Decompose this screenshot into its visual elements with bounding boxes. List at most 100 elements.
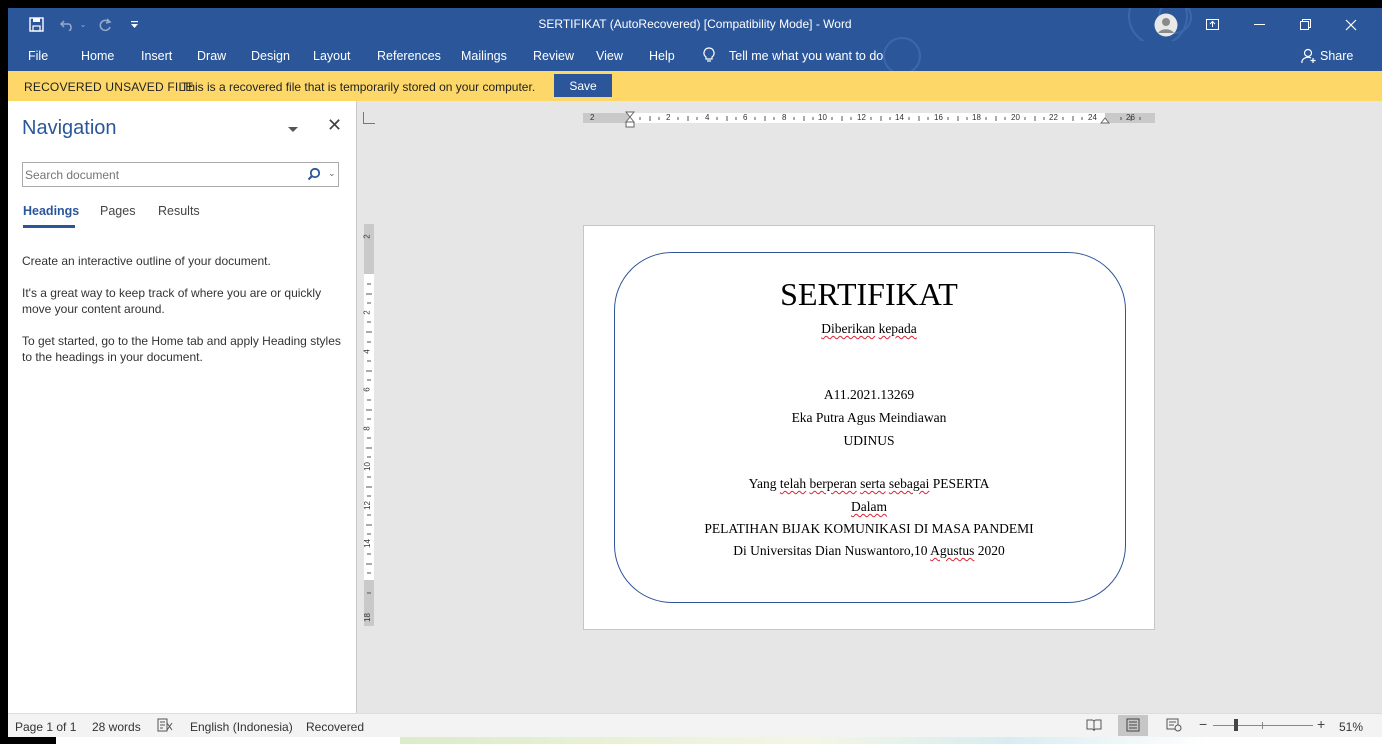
tab-view[interactable]: View bbox=[596, 49, 623, 63]
tab-draw[interactable]: Draw bbox=[197, 49, 226, 63]
tab-file[interactable]: File bbox=[28, 49, 48, 63]
restore-icon[interactable] bbox=[1295, 8, 1315, 41]
ruler-label: 22 bbox=[1049, 113, 1058, 122]
navigation-title: Navigation bbox=[22, 117, 117, 139]
ribbon-display-options-icon[interactable] bbox=[1202, 8, 1222, 41]
web-layout-icon[interactable] bbox=[1166, 718, 1182, 735]
ruler-label: 14 bbox=[895, 113, 904, 122]
year-text: 2020 bbox=[977, 543, 1005, 558]
recovered-status: Recovered bbox=[306, 720, 365, 734]
zoom-slider-thumb[interactable] bbox=[1234, 719, 1238, 731]
tab-results[interactable]: Results bbox=[158, 204, 200, 218]
role-word: sebagai bbox=[888, 476, 930, 491]
proofing-icon[interactable] bbox=[157, 718, 173, 735]
lightbulb-icon[interactable] bbox=[703, 47, 715, 66]
zoom-in-icon[interactable]: + bbox=[1317, 716, 1325, 732]
ribbon-tabs: File Home Insert Draw Design Layout Refe… bbox=[8, 37, 1382, 75]
given-to-word: kepada bbox=[878, 321, 917, 336]
document-page[interactable]: SERTIFIKAT Diberikan kepada A11.2021.132… bbox=[583, 225, 1155, 630]
ruler-label: 6 bbox=[362, 387, 372, 392]
tab-mailings[interactable]: Mailings bbox=[461, 49, 507, 63]
event-name: PELATIHAN BIJAK KOMUNIKASI DI MASA PANDE… bbox=[704, 521, 1034, 536]
ruler-ticks bbox=[366, 283, 372, 594]
recovered-text: This is a recovered file that is tempora… bbox=[181, 80, 536, 94]
ruler-label: 2 bbox=[362, 234, 372, 239]
role-line: Yang telah berperan serta sebagai PESERT… bbox=[584, 476, 1154, 492]
nav-help-text: It's a great way to keep track of where … bbox=[22, 286, 322, 316]
institution: UDINUS bbox=[843, 433, 895, 448]
zoom-level[interactable]: 51% bbox=[1339, 720, 1363, 734]
close-icon[interactable] bbox=[1341, 8, 1361, 41]
student-id: A11.2021.13269 bbox=[823, 387, 915, 402]
status-bar: Page 1 of 1 28 words English (Indonesia)… bbox=[8, 713, 1382, 737]
ruler-label: 18 bbox=[362, 613, 372, 622]
tab-insert[interactable]: Insert bbox=[141, 49, 172, 63]
given-to-line: Diberikan kepada bbox=[584, 321, 1154, 337]
pane-options-dropdown-icon[interactable] bbox=[288, 127, 298, 132]
close-pane-icon[interactable]: ✕ bbox=[327, 115, 342, 136]
ruler-label: 4 bbox=[705, 113, 710, 122]
nav-help-text: Create an interactive outline of your do… bbox=[22, 254, 271, 268]
minimize-icon[interactable] bbox=[1249, 8, 1269, 41]
search-icon[interactable] bbox=[307, 167, 321, 186]
tab-headings[interactable]: Headings bbox=[23, 204, 79, 228]
tab-home[interactable]: Home bbox=[81, 49, 114, 63]
tell-me-search[interactable]: Tell me what you want to do bbox=[729, 49, 883, 63]
ruler-label: 6 bbox=[743, 113, 748, 122]
ruler-label: 12 bbox=[362, 501, 372, 510]
month-word: Agustus bbox=[930, 543, 975, 558]
read-mode-icon[interactable] bbox=[1086, 718, 1102, 735]
search-options-chevron-icon[interactable]: ⌄ bbox=[328, 168, 336, 179]
vertical-ruler[interactable]: 2 2 4 6 8 10 12 14 18 bbox=[362, 224, 374, 626]
in-word: Dalam bbox=[851, 499, 887, 514]
share-icon[interactable] bbox=[1301, 48, 1317, 67]
page-count[interactable]: Page 1 of 1 bbox=[15, 720, 76, 734]
ruler-label: 14 bbox=[362, 539, 372, 548]
ruler-label: 26 bbox=[1126, 113, 1135, 122]
word-count[interactable]: 28 words bbox=[92, 720, 141, 734]
recipient-name: Eka Putra Agus Meindiawan bbox=[791, 410, 947, 425]
account-avatar-icon[interactable] bbox=[1153, 8, 1179, 41]
tab-references[interactable]: References bbox=[377, 49, 441, 63]
zoom-out-icon[interactable]: − bbox=[1199, 716, 1207, 732]
tab-layout[interactable]: Layout bbox=[313, 49, 351, 63]
ruler-label: 2 bbox=[666, 113, 671, 122]
right-indent-marker-icon[interactable] bbox=[1100, 116, 1110, 124]
language[interactable]: English (Indonesia) bbox=[190, 720, 293, 734]
document-area[interactable]: 2 2 4 6 8 10 12 14 16 18 20 22 24 26 2 2… bbox=[358, 101, 1382, 721]
role-word: berperan bbox=[809, 476, 857, 491]
certificate-title: SERTIFIKAT bbox=[780, 276, 958, 312]
tab-pages[interactable]: Pages bbox=[100, 204, 135, 218]
place-date-line: Di Universitas Dian Nuswantoro,10 Agustu… bbox=[584, 543, 1154, 559]
zoom-slider-center bbox=[1262, 722, 1263, 729]
ruler-label: 24 bbox=[1088, 113, 1097, 122]
ruler-label: 8 bbox=[362, 426, 372, 431]
ruler-label: 12 bbox=[857, 113, 866, 122]
title-bar: ⌄ SERTIFIKAT (AutoRecovered) [Compatibil… bbox=[8, 8, 1382, 46]
ruler-label: 10 bbox=[818, 113, 827, 122]
tab-selector[interactable] bbox=[363, 112, 375, 124]
taskbar-strip bbox=[8, 737, 1382, 744]
role-word: telah bbox=[779, 476, 807, 491]
horizontal-ruler[interactable]: 2 2 4 6 8 10 12 14 16 18 20 22 24 26 bbox=[583, 111, 1155, 128]
ruler-label: 16 bbox=[934, 113, 943, 122]
indent-marker-icon[interactable] bbox=[625, 111, 635, 128]
navigation-pane: Navigation ✕ ⌄ Headings Pages Results Cr… bbox=[8, 101, 357, 721]
ruler-label: 8 bbox=[782, 113, 787, 122]
tab-review[interactable]: Review bbox=[533, 49, 574, 63]
ruler-label: 10 bbox=[362, 462, 372, 471]
word-window: ⌄ SERTIFIKAT (AutoRecovered) [Compatibil… bbox=[8, 8, 1382, 744]
ruler-label: 4 bbox=[362, 349, 372, 354]
search-box: ⌄ bbox=[22, 162, 339, 187]
ruler-label: 20 bbox=[1011, 113, 1020, 122]
search-input[interactable] bbox=[25, 166, 295, 183]
ruler-label: 2 bbox=[590, 113, 595, 122]
decor-circle bbox=[883, 37, 921, 75]
zoom-slider-track[interactable] bbox=[1213, 725, 1313, 726]
tab-design[interactable]: Design bbox=[251, 49, 290, 63]
in-line: Dalam bbox=[584, 499, 1154, 515]
tab-help[interactable]: Help bbox=[649, 49, 675, 63]
share-button[interactable]: Share bbox=[1320, 49, 1353, 63]
save-button[interactable]: Save bbox=[554, 74, 612, 97]
given-to-word: Diberikan bbox=[821, 321, 876, 336]
